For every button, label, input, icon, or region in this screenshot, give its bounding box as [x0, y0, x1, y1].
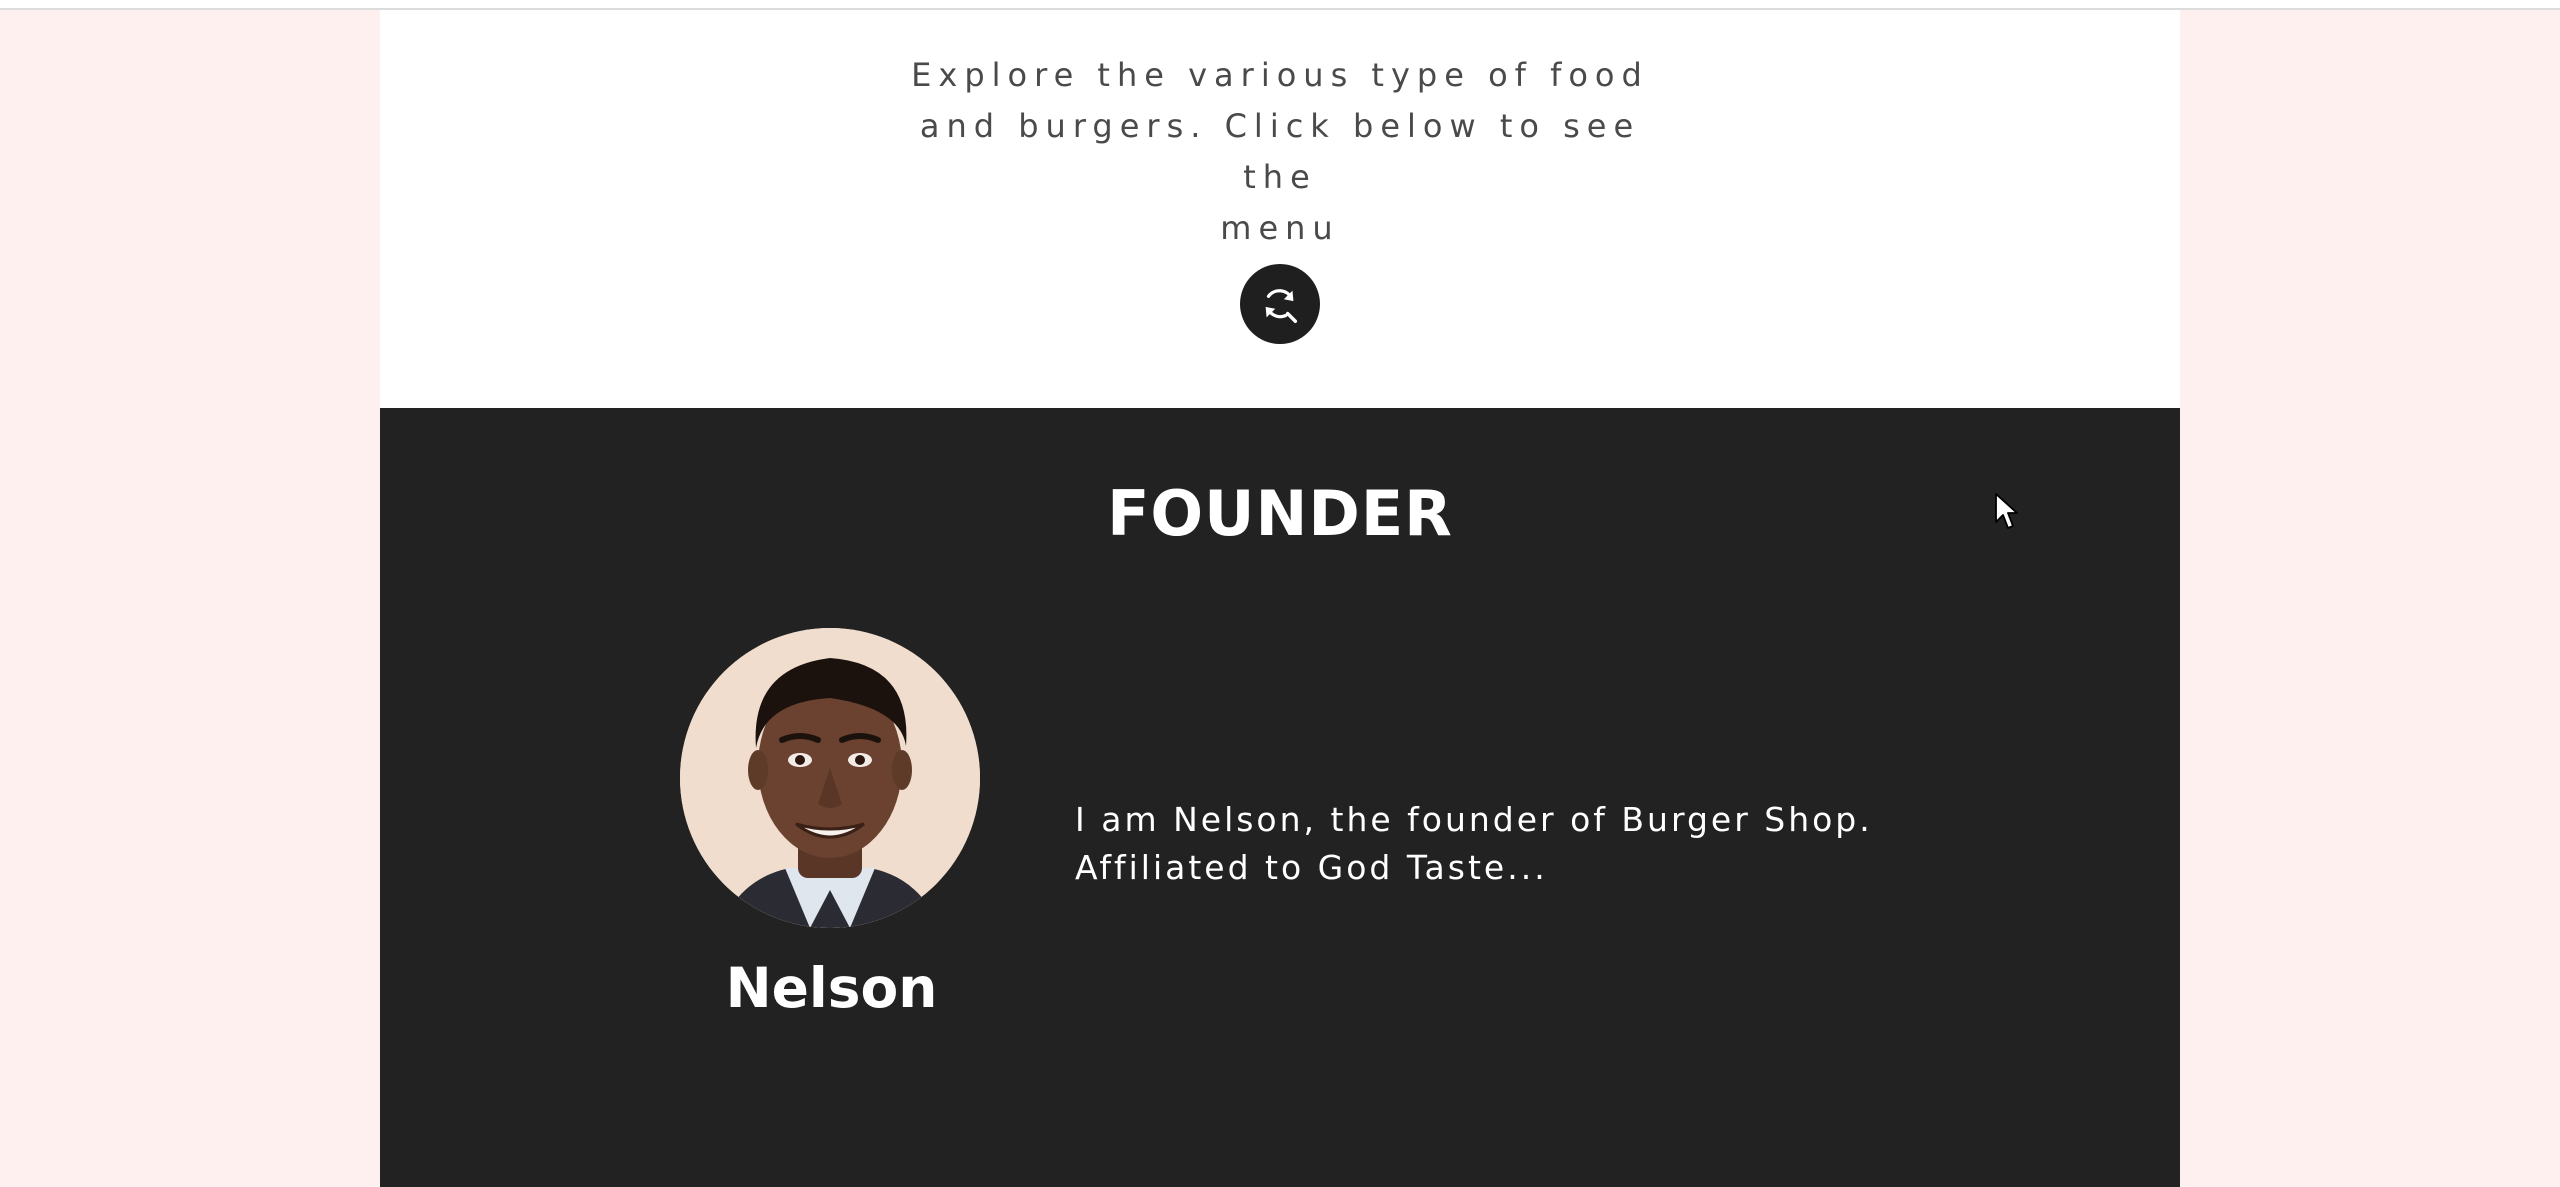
page-container: Explore the various type of food and bur…: [380, 10, 2180, 1187]
founder-section: FOUNDER Nelson I am Nelson, the founder …: [380, 408, 2180, 1187]
explore-line-3: menu: [1220, 209, 1340, 247]
founder-bio-line-2: Affiliated to God Taste...: [1075, 848, 1548, 887]
refresh-search-icon: [1257, 281, 1303, 327]
explore-line-2: and burgers. Click below to see the: [919, 107, 1641, 196]
view-menu-button[interactable]: [1240, 264, 1320, 344]
explore-section: Explore the various type of food and bur…: [380, 10, 2180, 408]
founder-heading: FOUNDER: [1107, 477, 1453, 550]
explore-description: Explore the various type of food and bur…: [880, 50, 1680, 254]
founder-bio-line-1: I am Nelson, the founder of Burger Shop.: [1075, 800, 1873, 839]
mouse-cursor-icon: [1995, 493, 2018, 529]
founder-bio: I am Nelson, the founder of Burger Shop.…: [1075, 796, 1975, 892]
founder-name: Nelson: [725, 956, 938, 1020]
top-divider: [0, 0, 2560, 10]
explore-line-1: Explore the various type of food: [911, 56, 1649, 94]
founder-avatar: [680, 628, 980, 928]
